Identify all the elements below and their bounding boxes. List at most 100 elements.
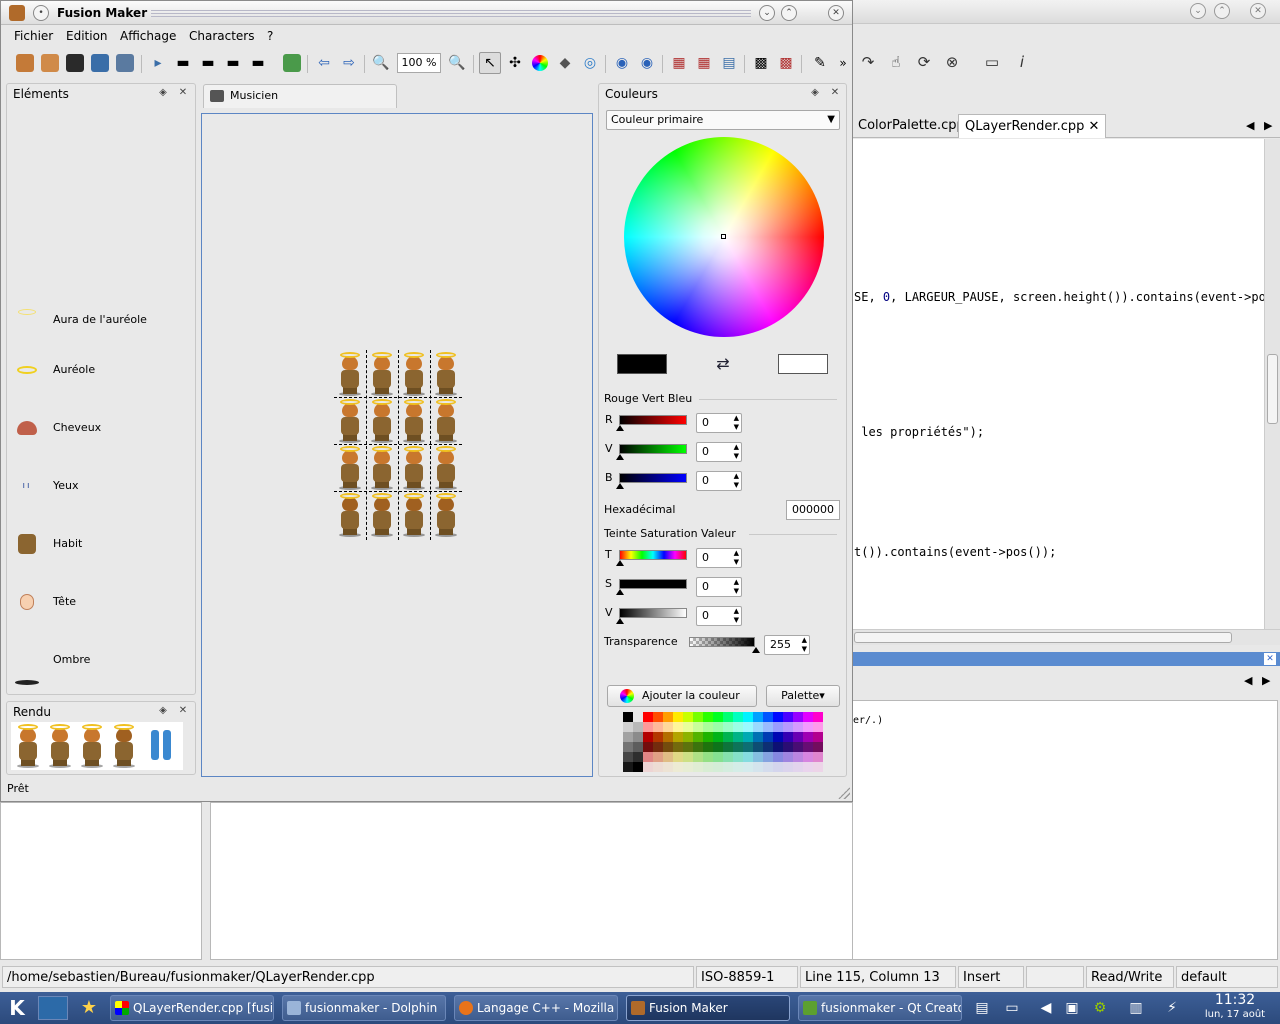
scroll-thumb[interactable] — [1267, 354, 1278, 424]
palette-swatch[interactable] — [763, 762, 773, 772]
palette-swatch[interactable] — [733, 742, 743, 752]
green-spinbox[interactable]: 0 ▲ ▼ — [696, 442, 742, 462]
palette-swatch[interactable] — [663, 732, 673, 742]
move-tool-icon[interactable]: ✣ — [504, 52, 526, 74]
swap-colors-icon[interactable]: ⇄ — [709, 354, 737, 374]
palette-swatch[interactable] — [743, 762, 753, 772]
palette-swatch[interactable] — [633, 722, 643, 732]
color-wheel-icon[interactable] — [529, 52, 551, 74]
editor-lower-area[interactable] — [210, 802, 852, 960]
sprite-frame[interactable] — [367, 493, 397, 537]
palette-swatch[interactable] — [723, 732, 733, 742]
horizontal-scrollbar[interactable] — [852, 629, 1280, 645]
palette-swatch[interactable] — [683, 722, 693, 732]
palette-swatch[interactable] — [673, 742, 683, 752]
palette-swatch[interactable] — [703, 712, 713, 722]
eyes-left-icon[interactable]: ◉ — [611, 52, 633, 74]
layout-2-icon[interactable]: ▦ — [693, 52, 715, 74]
character-2-icon[interactable] — [39, 52, 61, 74]
forward-arrow-icon[interactable]: ⇨ — [338, 52, 360, 74]
task-qtcreator[interactable]: fusionmaker - Qt Creato — [798, 995, 962, 1021]
palette-swatch[interactable] — [803, 732, 813, 742]
minimize-icon[interactable]: ⌄ — [759, 5, 775, 21]
pencil-icon[interactable]: ✎ — [809, 52, 831, 74]
refresh-icon[interactable]: ◎ — [579, 52, 601, 74]
palette-swatch[interactable] — [723, 712, 733, 722]
palette-swatch[interactable] — [663, 762, 673, 772]
back-arrow-icon[interactable]: ⇦ — [313, 52, 335, 74]
element-item[interactable]: Habit — [15, 534, 185, 558]
color-wheel-cursor[interactable] — [721, 234, 726, 239]
new-icon[interactable]: ▸ — [147, 52, 169, 74]
palette-swatch[interactable] — [633, 732, 643, 742]
sprite-frame[interactable] — [431, 352, 461, 396]
palette-swatch[interactable] — [693, 732, 703, 742]
character-3-icon[interactable] — [64, 52, 86, 74]
palette-swatch[interactable] — [723, 742, 733, 752]
slider-thumb[interactable] — [752, 647, 760, 653]
palette-swatch[interactable] — [763, 732, 773, 742]
palette-swatch[interactable] — [663, 742, 673, 752]
palette-swatch[interactable] — [653, 762, 663, 772]
sprite-frame[interactable] — [367, 399, 397, 443]
character-4-icon[interactable] — [89, 52, 111, 74]
sprite-frame[interactable] — [367, 446, 397, 490]
next-icon[interactable]: ▶ — [1262, 674, 1270, 687]
slider-thumb[interactable] — [616, 425, 624, 431]
palette-swatch[interactable] — [653, 712, 663, 722]
eyes-right-icon[interactable]: ◉ — [636, 52, 658, 74]
palette-swatch[interactable] — [683, 712, 693, 722]
palette-button[interactable]: Palette▾ — [766, 685, 840, 707]
spin-arrows-icon[interactable]: ▲ ▼ — [734, 414, 739, 432]
close-pane-icon[interactable]: ✕ — [1264, 653, 1276, 665]
palette-swatch[interactable] — [763, 712, 773, 722]
palette-swatch[interactable] — [773, 742, 783, 752]
palette-swatch[interactable] — [643, 742, 653, 752]
info-icon[interactable]: i — [1012, 52, 1032, 72]
palette-swatch[interactable] — [643, 712, 653, 722]
palette-swatch[interactable] — [643, 732, 653, 742]
palette-swatch[interactable] — [813, 722, 823, 732]
zoom-out-icon[interactable]: 🔍 — [370, 52, 392, 74]
palette-swatch[interactable] — [653, 732, 663, 742]
maximize-icon[interactable]: ⌃ — [1214, 3, 1230, 19]
spin-arrows-icon[interactable]: ▲ ▼ — [734, 472, 739, 490]
palette-swatch[interactable] — [753, 712, 763, 722]
sprite-frame[interactable] — [431, 399, 461, 443]
hue-slider[interactable] — [616, 550, 687, 566]
palette-swatch[interactable] — [743, 722, 753, 732]
palette-swatch[interactable] — [653, 752, 663, 762]
palette-swatch[interactable] — [623, 762, 633, 772]
app-icon[interactable] — [9, 5, 25, 21]
output-pane[interactable]: er/.) — [852, 700, 1278, 960]
palette-swatch[interactable] — [773, 752, 783, 762]
close-dock-icon[interactable]: ✕ — [177, 87, 189, 99]
palette-swatch[interactable] — [693, 712, 703, 722]
palette-swatch[interactable] — [643, 722, 653, 732]
palette-swatch[interactable] — [743, 712, 753, 722]
menu-characters[interactable]: Characters — [189, 28, 255, 44]
palette-swatch[interactable] — [633, 712, 643, 722]
sprite-canvas[interactable] — [201, 113, 593, 777]
task-fusionmaker[interactable]: Fusion Maker — [626, 995, 790, 1021]
pause-icon[interactable] — [149, 730, 175, 760]
slider-thumb[interactable] — [616, 560, 624, 566]
palette-swatch[interactable] — [783, 732, 793, 742]
palette-swatch[interactable] — [663, 722, 673, 732]
save-as-icon[interactable]: ▬ — [222, 52, 244, 74]
spin-arrows-icon[interactable]: ▲ ▼ — [734, 549, 739, 567]
more-tools-icon[interactable]: » — [832, 52, 854, 74]
palette-swatch[interactable] — [783, 742, 793, 752]
volume-icon[interactable]: ◀ — [1036, 998, 1056, 1018]
slider-thumb[interactable] — [616, 618, 624, 624]
add-character-icon[interactable] — [281, 52, 303, 74]
palette-swatch[interactable] — [753, 762, 763, 772]
blue-slider[interactable] — [616, 473, 687, 489]
hand-icon[interactable]: ☝ — [886, 52, 906, 72]
palette-swatch[interactable] — [743, 752, 753, 762]
menu-help[interactable]: ? — [267, 28, 273, 44]
red-spinbox[interactable]: 0 ▲ ▼ — [696, 413, 742, 433]
close-tab-icon[interactable]: ✕ — [1089, 119, 1100, 134]
palette-swatch[interactable] — [633, 742, 643, 752]
slider-thumb[interactable] — [616, 454, 624, 460]
